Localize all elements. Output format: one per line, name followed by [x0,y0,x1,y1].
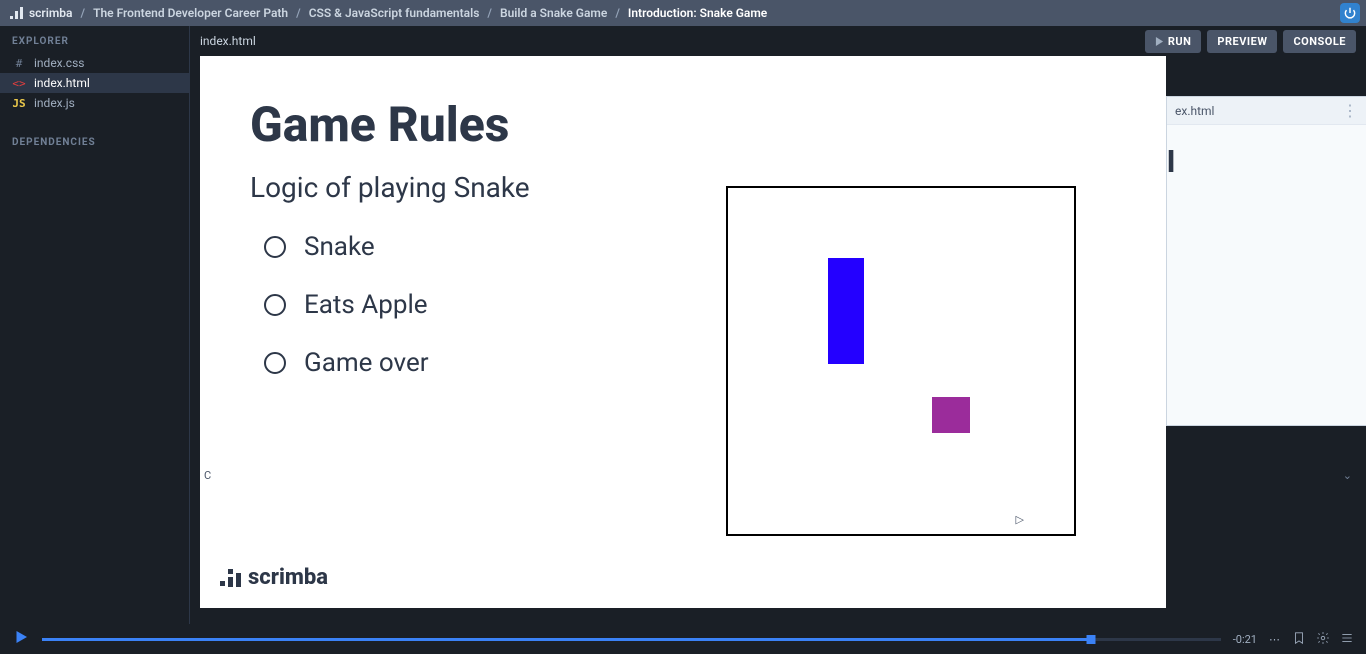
preview-button[interactable]: PREVIEW [1207,30,1277,53]
snake-block [828,258,864,364]
slide-title: Game Rules [250,96,1116,153]
file-label: index.html [34,76,90,90]
dependencies-title: DEPENDENCIES [0,127,189,154]
run-label: RUN [1168,35,1192,48]
preview-label: PREVIEW [1217,35,1267,48]
separator: / [615,6,620,20]
brand[interactable]: scrimba [10,6,72,20]
rule-label: Game over [304,348,429,378]
bookmark-icon[interactable] [1292,630,1306,649]
cursor-icon: ▷ [1016,513,1024,526]
sidebar: EXPLORER # index.css <> index.html JS in… [0,26,190,624]
play-button[interactable] [12,628,30,650]
crumb-project[interactable]: Build a Snake Game [500,6,607,20]
lower-strip: C ⌄ [190,466,1366,484]
crumb-module[interactable]: CSS & JavaScript fundamentals [309,6,480,20]
time-remaining: -0:21 [1233,633,1257,646]
ellipsis-icon[interactable]: ⋯ [1269,633,1280,646]
crumb-current: Introduction: Snake Game [628,6,767,20]
apple-block [932,397,970,433]
kebab-icon[interactable]: ⋮ [1342,101,1358,120]
file-label: index.css [34,56,84,70]
run-button[interactable]: RUN [1145,30,1202,53]
angle-brackets-icon: <> [12,77,26,90]
preview-panel: ex.html ⋮ l [1166,96,1366,426]
gear-icon[interactable] [1316,630,1330,649]
seek-track[interactable] [42,638,1221,641]
js-icon: JS [12,97,26,110]
slide-brand-label: scrimba [248,565,328,590]
file-item-js[interactable]: JS index.js [0,93,189,113]
console-button[interactable]: CONSOLE [1283,30,1356,53]
crumb-path[interactable]: The Frontend Developer Career Path [93,6,288,20]
file-label: index.js [34,96,75,110]
seek-progress [42,638,1091,641]
logo-icon [220,569,242,587]
separator: / [487,6,492,20]
lower-left-letter: C [204,469,211,482]
seek-knob[interactable] [1087,635,1096,644]
slide-brand: scrimba [220,565,328,590]
file-item-html[interactable]: <> index.html [0,73,189,93]
brand-label: scrimba [29,6,72,20]
breadcrumb-bar: scrimba / The Frontend Developer Career … [0,0,1366,26]
tab-row: index.html RUN PREVIEW CONSOLE [190,26,1366,56]
hash-icon: # [12,57,26,70]
console-label: CONSOLE [1293,35,1346,48]
play-icon [1155,37,1164,46]
rule-label: Eats Apple [304,290,428,320]
rule-label: Snake [304,232,375,262]
action-buttons: RUN PREVIEW CONSOLE [1145,30,1356,53]
main-layout: EXPLORER # index.css <> index.html JS in… [0,26,1366,624]
power-button[interactable] [1340,3,1360,23]
preview-content-heading: l [1167,125,1366,180]
open-file-tab[interactable]: index.html [200,34,256,48]
content-area: index.html RUN PREVIEW CONSOLE Game Rule… [190,26,1366,624]
menu-icon[interactable] [1340,630,1354,649]
separator: / [296,6,301,20]
player-bar: -0:21 ⋯ [0,624,1366,654]
preview-header: ex.html ⋮ [1167,97,1366,125]
slide-canvas: Game Rules Logic of playing Snake Snake … [200,56,1166,608]
preview-tab-label[interactable]: ex.html [1175,104,1214,118]
file-item-css[interactable]: # index.css [0,53,189,73]
explorer-title: EXPLORER [0,26,189,53]
separator: / [80,6,85,20]
player-icons [1292,630,1354,649]
chevron-down-icon[interactable]: ⌄ [1343,469,1352,482]
